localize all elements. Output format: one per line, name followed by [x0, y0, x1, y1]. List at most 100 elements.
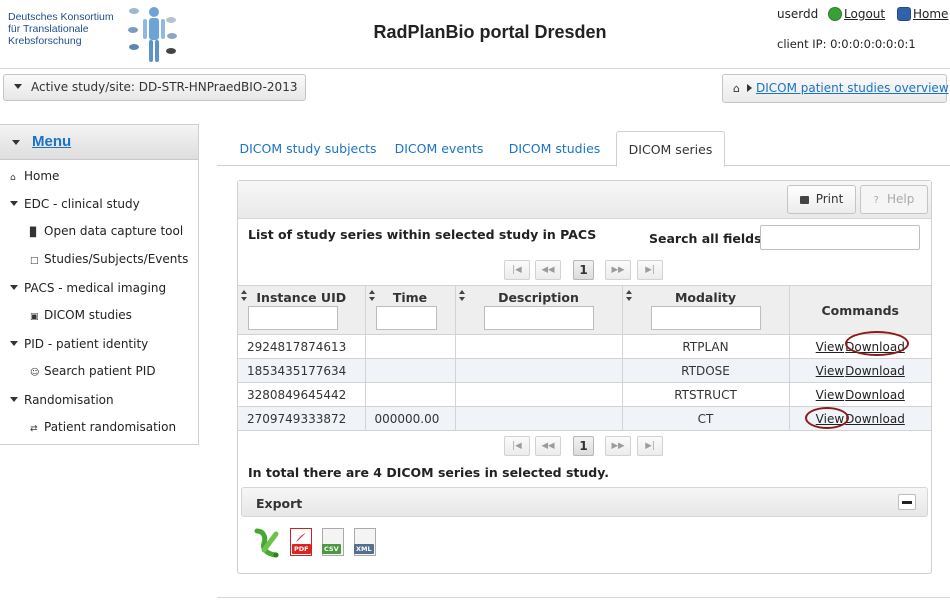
logo-text: Deutsches Konsortium für Translationale … [8, 11, 120, 47]
home-link[interactable]: Home [913, 7, 948, 21]
next-page-button[interactable]: ▶▶ [605, 260, 631, 280]
cell-time [364, 358, 456, 383]
page-number-button[interactable]: 1 [573, 436, 594, 456]
cell-modality: RTDOSE [621, 358, 790, 383]
series-table: Instance UID Time Description Modality C… [238, 285, 931, 431]
print-button[interactable]: Print [787, 185, 856, 214]
filter-description-input[interactable] [483, 306, 594, 330]
last-page-button[interactable]: ▶| [637, 260, 663, 280]
cell-commands: ViewDownload [788, 406, 931, 431]
prev-page-button[interactable]: ◀◀ [535, 260, 561, 280]
menu-item-randomisation[interactable]: Randomisation [10, 393, 114, 407]
download-link[interactable]: Download [845, 364, 905, 378]
search-label: Search all fields: [649, 231, 767, 246]
pdf-export-icon[interactable]: PDF [288, 528, 316, 558]
table-row: 2709749333872 000000.00 CT ViewDownload [238, 406, 931, 431]
next-page-button[interactable]: ▶▶ [605, 436, 631, 456]
menu-item-pid[interactable]: PID - patient identity [10, 337, 148, 351]
search-all-fields-input[interactable] [760, 225, 920, 250]
tab-dicom-events[interactable]: DICOM events [389, 131, 489, 166]
export-tag: CSV [322, 544, 341, 554]
breadcrumb-home-icon[interactable]: ⌂ [733, 82, 740, 95]
table-row: 1853435177634 RTDOSE ViewDownload [238, 358, 931, 383]
filter-modality-input[interactable] [650, 306, 761, 330]
cell-instance-uid: 2924817874613 [238, 334, 366, 359]
series-panel: Print ? Help List of study series within … [237, 180, 932, 574]
menu-item-dicom-studies[interactable]: ▣ DICOM studies [30, 308, 132, 322]
download-link[interactable]: Download [845, 412, 905, 426]
filter-time-input[interactable] [375, 306, 437, 330]
sort-icon[interactable] [458, 290, 467, 302]
print-label: Print [815, 192, 844, 206]
logout-link[interactable]: Logout [844, 7, 885, 21]
table-header-row: Instance UID Time Description Modality C… [238, 285, 931, 335]
view-link[interactable]: View [816, 412, 844, 426]
export-title: Export [256, 496, 303, 511]
view-link[interactable]: View [816, 364, 844, 378]
expand-arrow-icon [10, 397, 18, 402]
logout-icon[interactable] [828, 7, 843, 21]
first-page-button[interactable]: |◀ [504, 436, 530, 456]
sort-icon[interactable] [625, 290, 634, 302]
download-link[interactable]: Download [845, 340, 905, 354]
column-time[interactable]: Time [364, 285, 456, 335]
tab-dicom-study-subjects[interactable]: DICOM study subjects [225, 131, 391, 166]
csv-export-icon[interactable]: CSV [320, 528, 348, 558]
tab-bar: DICOM study subjects DICOM events DICOM … [217, 131, 950, 167]
clipboard-icon: ▉ [30, 228, 37, 238]
column-modality[interactable]: Modality [621, 285, 790, 335]
image-icon: ▣ [30, 312, 39, 322]
column-label: Time [392, 290, 428, 305]
sort-icon[interactable] [241, 290, 249, 302]
cell-description [454, 358, 623, 383]
cell-time [364, 334, 456, 359]
expand-arrow-icon [10, 201, 18, 206]
cell-time [364, 382, 456, 407]
menu-item-home[interactable]: ⌂ Home [10, 169, 59, 183]
tab-dicom-series[interactable]: DICOM series [616, 131, 725, 167]
tab-dicom-studies[interactable]: DICOM studies [503, 131, 606, 166]
expand-arrow-icon [10, 341, 18, 346]
menu-item-edc[interactable]: EDC - clinical study [10, 197, 140, 211]
footer-divider [217, 597, 950, 598]
column-instance-uid[interactable]: Instance UID [238, 285, 366, 335]
menu-item-search-patient-pid[interactable]: ☺ Search patient PID [30, 364, 156, 378]
menu-title[interactable]: Menu [32, 133, 71, 150]
menu-header[interactable]: Menu [0, 125, 198, 160]
sort-icon[interactable] [368, 290, 377, 302]
logo-line: für Translationale [8, 23, 89, 35]
prev-page-button[interactable]: ◀◀ [535, 436, 561, 456]
page-number-button[interactable]: 1 [573, 260, 594, 280]
first-page-button[interactable]: |◀ [504, 260, 530, 280]
menu-item-open-data-capture[interactable]: ▉ Open data capture tool [30, 224, 183, 238]
export-panel-header: Export [241, 487, 928, 517]
menu-item-patient-randomisation[interactable]: ⇄ Patient randomisation [30, 420, 176, 434]
cell-commands: ViewDownload [788, 358, 931, 383]
cell-instance-uid: 1853435177634 [238, 358, 366, 383]
last-page-button[interactable]: ▶| [637, 436, 663, 456]
view-link[interactable]: View [816, 340, 844, 354]
active-study-selector[interactable]: Active study/site: DD-STR-HNPraedBIO-201… [3, 74, 306, 101]
breadcrumb-link[interactable]: DICOM patient studies overview [756, 81, 949, 95]
column-description[interactable]: Description [454, 285, 623, 335]
active-study-label: Active study/site: DD-STR-HNPraedBIO-201… [31, 80, 298, 94]
cell-instance-uid: 3280849645442 [238, 382, 366, 407]
collapse-icon[interactable] [898, 494, 916, 510]
download-link[interactable]: Download [845, 388, 905, 402]
excel-export-icon[interactable] [254, 528, 282, 558]
menu-item-label: EDC - clinical study [24, 197, 140, 211]
user-area: userdd Logout Home [777, 7, 949, 21]
cell-description [454, 406, 623, 431]
home-icon[interactable] [896, 7, 911, 21]
xml-export-icon[interactable]: XML [352, 528, 380, 558]
menu-item-pacs[interactable]: PACS - medical imaging [10, 281, 166, 295]
cell-description [454, 382, 623, 407]
menu-item-studies-subjects-events[interactable]: □ Studies/Subjects/Events [30, 252, 188, 266]
cell-description [454, 334, 623, 359]
view-link[interactable]: View [816, 388, 844, 402]
help-icon: ? [873, 195, 879, 206]
filter-instance-uid-input[interactable] [248, 306, 338, 330]
logo-line: Deutsches Konsortium [8, 11, 114, 23]
human-figure-icon [128, 7, 177, 62]
help-button[interactable]: ? Help [860, 185, 928, 214]
